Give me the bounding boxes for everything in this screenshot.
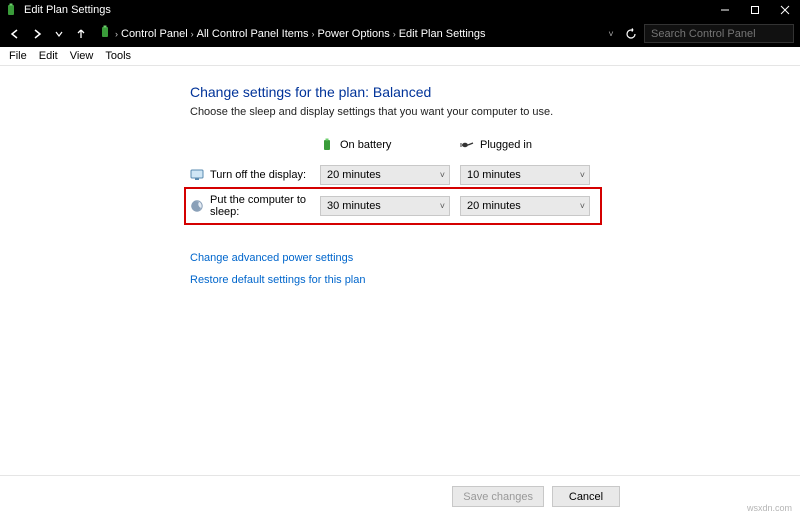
up-button[interactable]: [72, 25, 90, 43]
breadcrumb-root-icon[interactable]: [98, 25, 112, 42]
battery-icon: [320, 138, 334, 152]
breadcrumb-separator-icon[interactable]: [393, 29, 396, 39]
menu-edit[interactable]: Edit: [33, 50, 64, 62]
dropdown-value: 20 minutes: [467, 200, 521, 212]
breadcrumb-item[interactable]: Control Panel: [121, 28, 188, 40]
close-button[interactable]: [770, 0, 800, 20]
link-advanced-settings[interactable]: Change advanced power settings: [190, 252, 740, 264]
row-label-text: Turn off the display:: [210, 169, 306, 181]
chevron-down-icon: ˅: [580, 201, 585, 211]
back-button[interactable]: [6, 25, 24, 43]
breadcrumb: Control Panel All Control Panel Items Po…: [94, 25, 600, 42]
search-box[interactable]: [644, 24, 794, 43]
search-input[interactable]: [645, 28, 799, 40]
cancel-button[interactable]: Cancel: [552, 486, 620, 507]
display-icon: [190, 168, 204, 182]
refresh-button[interactable]: [622, 25, 640, 43]
menu-tools[interactable]: Tools: [99, 50, 137, 62]
recent-dropdown[interactable]: [50, 25, 68, 43]
chevron-down-icon: ˅: [580, 170, 585, 180]
forward-button[interactable]: [28, 25, 46, 43]
breadcrumb-item[interactable]: All Control Panel Items: [197, 28, 309, 40]
footer-buttons: Save changes Cancel: [0, 475, 800, 517]
row-label-sleep: Put the computer to sleep:: [190, 188, 320, 224]
row-label-display: Turn off the display:: [190, 162, 320, 188]
dropdown-display-battery[interactable]: 20 minutes ˅: [320, 165, 450, 185]
watermark: wsxdn.com: [747, 503, 792, 513]
link-restore-defaults[interactable]: Restore default settings for this plan: [190, 274, 740, 286]
dropdown-value: 10 minutes: [467, 169, 521, 181]
column-label: Plugged in: [480, 139, 532, 151]
minimize-button[interactable]: [710, 0, 740, 20]
window-titlebar: Edit Plan Settings: [0, 0, 800, 20]
dropdown-display-plugged[interactable]: 10 minutes ˅: [460, 165, 590, 185]
page-heading: Change settings for the plan: Balanced: [190, 84, 740, 100]
dropdown-value: 30 minutes: [327, 200, 381, 212]
column-header-battery: On battery: [320, 134, 460, 162]
sleep-icon: [190, 199, 204, 213]
row-label-text: Put the computer to sleep:: [210, 194, 320, 218]
dropdown-value: 20 minutes: [327, 169, 381, 181]
column-header-plugged: Plugged in: [460, 134, 600, 162]
column-label: On battery: [340, 139, 391, 151]
breadcrumb-item[interactable]: Edit Plan Settings: [399, 28, 486, 40]
app-icon: [4, 3, 18, 17]
settings-grid: On battery Plugged in Turn off the displ…: [190, 134, 740, 224]
menu-view[interactable]: View: [64, 50, 100, 62]
breadcrumb-history-dropdown[interactable]: ˅: [604, 29, 618, 39]
chevron-down-icon: ˅: [440, 170, 445, 180]
breadcrumb-separator-icon[interactable]: [312, 29, 315, 39]
breadcrumb-separator-icon[interactable]: [115, 29, 118, 39]
window-title: Edit Plan Settings: [22, 4, 710, 16]
page-subtext: Choose the sleep and display settings th…: [190, 106, 740, 118]
menu-file[interactable]: File: [3, 50, 33, 62]
save-button[interactable]: Save changes: [452, 486, 544, 507]
content-area: Change settings for the plan: Balanced C…: [0, 66, 800, 517]
maximize-button[interactable]: [740, 0, 770, 20]
chevron-down-icon: ˅: [440, 201, 445, 211]
breadcrumb-separator-icon[interactable]: [191, 29, 194, 39]
dropdown-sleep-battery[interactable]: 30 minutes ˅: [320, 196, 450, 216]
plug-icon: [460, 138, 474, 152]
breadcrumb-item[interactable]: Power Options: [318, 28, 390, 40]
navigation-bar: Control Panel All Control Panel Items Po…: [0, 20, 800, 47]
menu-bar: File Edit View Tools: [0, 47, 800, 66]
dropdown-sleep-plugged[interactable]: 20 minutes ˅: [460, 196, 590, 216]
